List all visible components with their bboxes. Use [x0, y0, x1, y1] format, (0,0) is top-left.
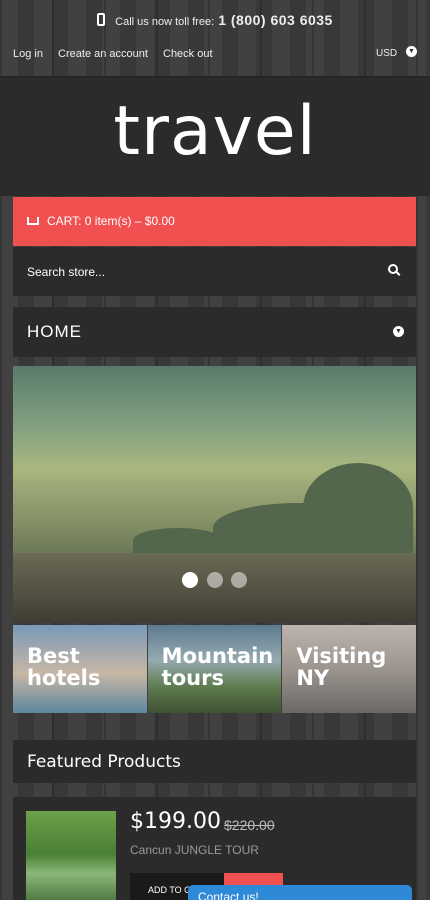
- featured-header: Featured Products: [13, 740, 416, 783]
- logo[interactable]: travel: [0, 92, 430, 171]
- slider-dot-3[interactable]: [230, 572, 247, 588]
- product-price: $199.00: [130, 809, 221, 834]
- checkout-link[interactable]: Check out: [163, 48, 213, 60]
- slider-dots: [13, 572, 416, 593]
- hero-slider[interactable]: [13, 366, 416, 623]
- tile-label: Best hotels: [27, 644, 101, 690]
- cart-label: CART: 0 item(s) – $0.00: [47, 214, 175, 228]
- tile-mountain-tours[interactable]: Mountain tours: [147, 625, 282, 713]
- nav-label: HOME: [27, 322, 82, 341]
- chevron-down-icon[interactable]: ▼: [406, 46, 417, 57]
- slide-mountain: [133, 528, 223, 553]
- call-us-text: Call us now toll free:: [115, 16, 215, 28]
- call-us-line: Call us now toll free: 1 (800) 603 6035: [0, 12, 430, 28]
- phone-number[interactable]: 1 (800) 603 6035: [218, 12, 333, 28]
- slider-dot-2[interactable]: [206, 572, 223, 588]
- tile-best-hotels[interactable]: Best hotels: [13, 625, 147, 713]
- slider-dot-1[interactable]: [182, 572, 199, 588]
- currency-selector[interactable]: USD: [376, 48, 397, 59]
- product-name[interactable]: Cancun JUNGLE TOUR: [130, 843, 259, 857]
- chevron-down-icon[interactable]: ▼: [393, 326, 404, 337]
- top-bar: Call us now toll free: 1 (800) 603 6035 L…: [0, 0, 430, 78]
- product-image[interactable]: [26, 811, 116, 900]
- login-link[interactable]: Log in: [13, 48, 43, 60]
- cart-icon: [27, 217, 39, 225]
- tile-label: Visiting NY: [296, 644, 387, 690]
- product-old-price: $220.00: [224, 817, 275, 833]
- search-input[interactable]: [13, 247, 353, 296]
- featured-title: Featured Products: [27, 752, 181, 772]
- create-account-link[interactable]: Create an account: [58, 48, 148, 60]
- contact-us-tab[interactable]: Contact us!: [188, 885, 412, 900]
- tile-label: Mountain tours: [161, 644, 274, 690]
- cart-button[interactable]: CART: 0 item(s) – $0.00: [13, 197, 416, 246]
- tile-visiting-ny[interactable]: Visiting NY: [282, 625, 417, 713]
- search-bar: [13, 247, 416, 296]
- account-links: Log in Create an account Check out: [13, 48, 225, 60]
- slide-mountain: [303, 463, 413, 553]
- search-icon[interactable]: [388, 264, 398, 274]
- phone-icon: [97, 13, 106, 26]
- header: travel: [0, 78, 430, 196]
- promo-tiles: Best hotels Mountain tours Visiting NY: [13, 625, 417, 713]
- main-nav[interactable]: HOME ▼: [13, 307, 416, 357]
